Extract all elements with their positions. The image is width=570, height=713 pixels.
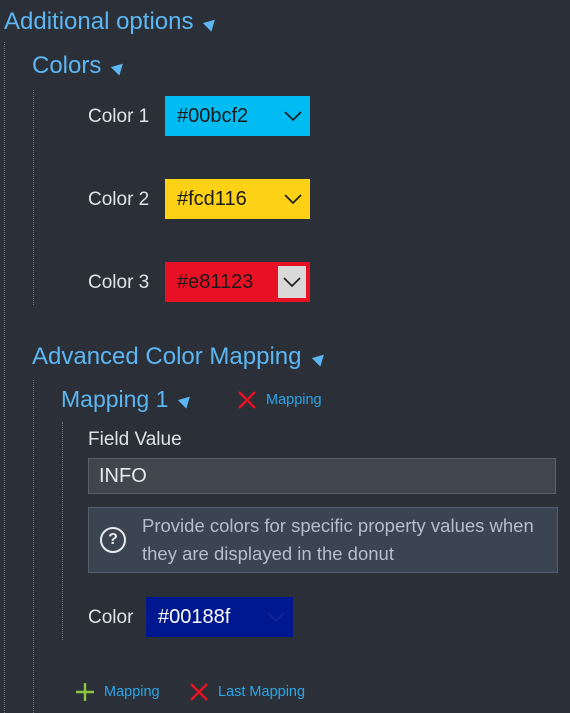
color-3-label: Color 3 (88, 272, 150, 293)
question-circle-icon: ? (100, 527, 126, 553)
chevron-down-icon[interactable] (259, 597, 293, 637)
collapse-triangle-icon[interactable] (203, 14, 220, 32)
field-value-text: INFO (99, 464, 147, 487)
mapping-color-picker[interactable]: #00188f (146, 597, 293, 637)
color-2-value: #fcd116 (177, 187, 247, 210)
plus-icon (76, 683, 94, 701)
add-mapping-link[interactable]: Mapping (74, 681, 160, 703)
properties-panel: Additional options Colors Color 1 #00bcf… (0, 0, 570, 713)
color-2-picker[interactable]: #fcd116 (165, 179, 310, 219)
additional-options-title: Additional options (4, 8, 194, 35)
field-value-label: Field Value (88, 429, 182, 450)
mapping-1-title: Mapping 1 (61, 386, 169, 412)
advanced-color-mapping-header[interactable]: Advanced Color Mapping (32, 343, 328, 371)
add-mapping-label: Mapping (104, 684, 160, 700)
collapse-triangle-icon[interactable] (178, 392, 195, 409)
color-3-value: #e81123 (177, 270, 254, 293)
x-icon (190, 683, 208, 701)
remove-mapping-link[interactable]: Mapping (236, 389, 322, 411)
color-1-label: Color 1 (88, 106, 150, 127)
chevron-down-icon[interactable] (276, 179, 310, 219)
chevron-down-icon[interactable] (278, 266, 306, 298)
tree-guide-line (33, 380, 34, 713)
advanced-color-mapping-title: Advanced Color Mapping (32, 343, 302, 370)
additional-options-header[interactable]: Additional options (4, 8, 220, 36)
color-2-label: Color 2 (88, 189, 150, 210)
mapping-color-label: Color (88, 607, 134, 628)
color-1-value: #00bcf2 (177, 104, 249, 127)
collapse-triangle-icon[interactable] (111, 58, 128, 76)
tree-guide-line (4, 42, 5, 713)
x-icon (238, 391, 256, 409)
colors-header[interactable]: Colors (32, 52, 128, 80)
field-value-input[interactable]: INFO (88, 458, 556, 494)
mapping-color-value: #00188f (158, 605, 231, 628)
mapping-1-header[interactable]: Mapping 1 (61, 386, 195, 413)
color-1-picker[interactable]: #00bcf2 (165, 96, 310, 136)
chevron-down-icon[interactable] (276, 96, 310, 136)
remove-last-mapping-link[interactable]: Last Mapping (188, 681, 305, 703)
remove-mapping-label: Mapping (266, 392, 322, 408)
info-hint-box: ? Provide colors for specific property v… (88, 507, 558, 573)
remove-last-mapping-label: Last Mapping (218, 684, 306, 700)
info-hint-text: Provide colors for specific property val… (142, 515, 534, 564)
tree-guide-line (62, 422, 63, 640)
color-3-picker[interactable]: #e81123 (165, 262, 310, 302)
collapse-triangle-icon[interactable] (311, 349, 328, 367)
colors-title: Colors (32, 52, 102, 79)
tree-guide-line (33, 90, 34, 305)
